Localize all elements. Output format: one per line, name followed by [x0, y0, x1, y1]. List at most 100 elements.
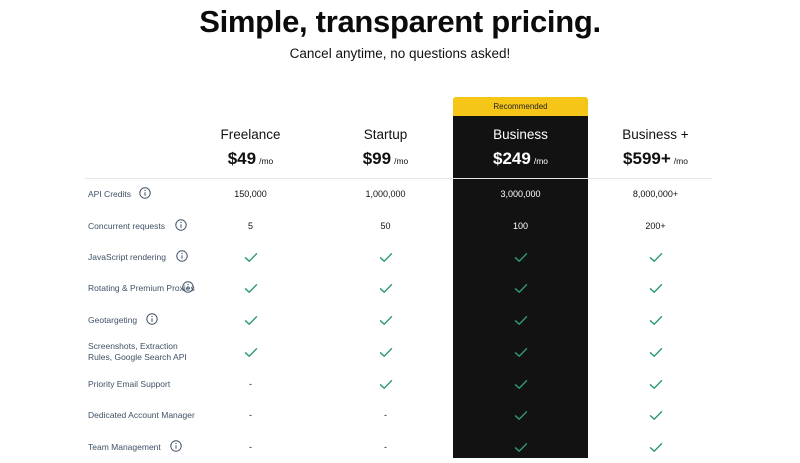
check-icon [649, 252, 662, 262]
recommended-badge: Recommended [453, 97, 588, 116]
feature-label: Geotargeting [88, 314, 138, 325]
check-icon [379, 283, 392, 293]
check-icon [379, 315, 392, 325]
feature-row: Priority Email Support - [0, 368, 800, 400]
plan-price: $249/mo [453, 149, 588, 169]
page-subtitle: Cancel anytime, no questions asked! [289, 46, 511, 61]
plan-cell-business [588, 399, 723, 431]
feature-value: 3,000,000 [500, 189, 541, 199]
check-icon [379, 379, 392, 389]
plan-cell-freelance [183, 304, 318, 336]
plan-cell-freelance [183, 241, 318, 273]
plan-price: $99/mo [318, 149, 453, 169]
feature-label: Dedicated Account Manager [88, 409, 195, 420]
feature-value: 5 [247, 221, 253, 231]
plan-name: Business + [622, 127, 689, 142]
check-icon [244, 347, 257, 357]
check-icon [514, 442, 527, 452]
check-icon [649, 410, 662, 420]
feature-row: Dedicated Account Manager - - [0, 399, 800, 431]
plan-name: Business [493, 127, 548, 142]
price-unit: /mo [394, 156, 409, 166]
plan-cell-freelance: 150,000 [183, 178, 318, 210]
plan-cell-startup [318, 304, 453, 336]
check-icon [514, 347, 527, 357]
plan-cell-business [453, 304, 588, 336]
info-icon[interactable] [170, 440, 182, 452]
plan-business: Business + $599+/mo [588, 126, 723, 169]
not-included-dash: - [384, 442, 387, 452]
plan-name: Startup [363, 127, 408, 142]
check-icon [244, 315, 257, 325]
plan-price: $49/mo [183, 149, 318, 169]
check-icon [514, 379, 527, 389]
plan-cell-startup [318, 241, 453, 273]
plan-cell-business [453, 336, 588, 368]
plan-cell-business [453, 431, 588, 463]
plan-cell-startup [318, 368, 453, 400]
check-icon [514, 252, 527, 262]
feature-row: JavaScript rendering [0, 241, 800, 273]
plan-cell-business [588, 368, 723, 400]
plan-cell-freelance: - [183, 368, 318, 400]
plan-freelance: Freelance $49/mo [183, 126, 318, 169]
plan-cell-business: 8,000,000+ [588, 178, 723, 210]
check-icon [379, 252, 392, 262]
check-icon [514, 410, 527, 420]
plan-cell-business [588, 241, 723, 273]
plan-name: Freelance [220, 127, 281, 142]
feature-label: Screenshots, Extraction Rules, Google Se… [88, 341, 187, 362]
plan-cell-startup: 50 [318, 210, 453, 242]
feature-row: Geotargeting [0, 304, 800, 336]
plan-cell-freelance [183, 336, 318, 368]
check-icon [244, 283, 257, 293]
price-unit: /mo [673, 156, 688, 166]
not-included-dash: - [249, 410, 252, 420]
price-unit: /mo [533, 156, 548, 166]
info-icon[interactable] [139, 187, 151, 199]
plan-cell-startup [318, 272, 453, 304]
plan-price: $599+/mo [588, 149, 723, 169]
page-title: Simple, transparent pricing. [199, 4, 601, 39]
price-amount: $599+ [623, 149, 671, 168]
info-icon[interactable] [146, 313, 158, 325]
feature-row: API Credits 150,000 1,000,000 3,000,000 8,00… [0, 178, 800, 210]
price-unit: /mo [259, 156, 274, 166]
not-included-dash: - [249, 442, 252, 452]
feature-row: Rotating & Premium Proxies [0, 272, 800, 304]
feature-row: Screenshots, Extraction Rules, Google Se… [0, 336, 800, 368]
check-icon [244, 252, 257, 262]
plan-cell-startup [318, 336, 453, 368]
plan-business: Business $249/mo [453, 126, 588, 169]
check-icon [514, 315, 527, 325]
check-icon [649, 347, 662, 357]
plan-cell-business [453, 241, 588, 273]
plan-cell-business: 3,000,000 [453, 178, 588, 210]
plan-cell-business [588, 336, 723, 368]
plan-cell-startup: - [318, 431, 453, 463]
plan-cell-business [453, 399, 588, 431]
plan-cell-business [453, 272, 588, 304]
plan-cell-business [588, 431, 723, 463]
plan-cell-freelance: 5 [183, 210, 318, 242]
check-icon [514, 283, 527, 293]
price-amount: $249 [493, 149, 531, 168]
plan-cell-business: 100 [453, 210, 588, 242]
check-icon [649, 283, 662, 293]
plan-cell-business [453, 368, 588, 400]
check-icon [379, 347, 392, 357]
not-included-dash: - [249, 379, 252, 389]
plan-cell-business: 200+ [588, 210, 723, 242]
feature-label: Priority Email Support [88, 378, 171, 389]
price-amount: $49 [227, 149, 257, 168]
feature-value: 50 [380, 221, 391, 231]
plan-cell-startup: 1,000,000 [318, 178, 453, 210]
check-icon [649, 315, 662, 325]
feature-value: 1,000,000 [365, 189, 406, 199]
plan-cell-business [588, 272, 723, 304]
feature-label: Rotating & Premium Proxies [88, 282, 195, 293]
check-icon [649, 442, 662, 452]
feature-row: Concurrent requests 5 50 100 200+ [0, 210, 800, 242]
feature-value: 200+ [645, 221, 666, 231]
plan-cell-freelance: - [183, 399, 318, 431]
